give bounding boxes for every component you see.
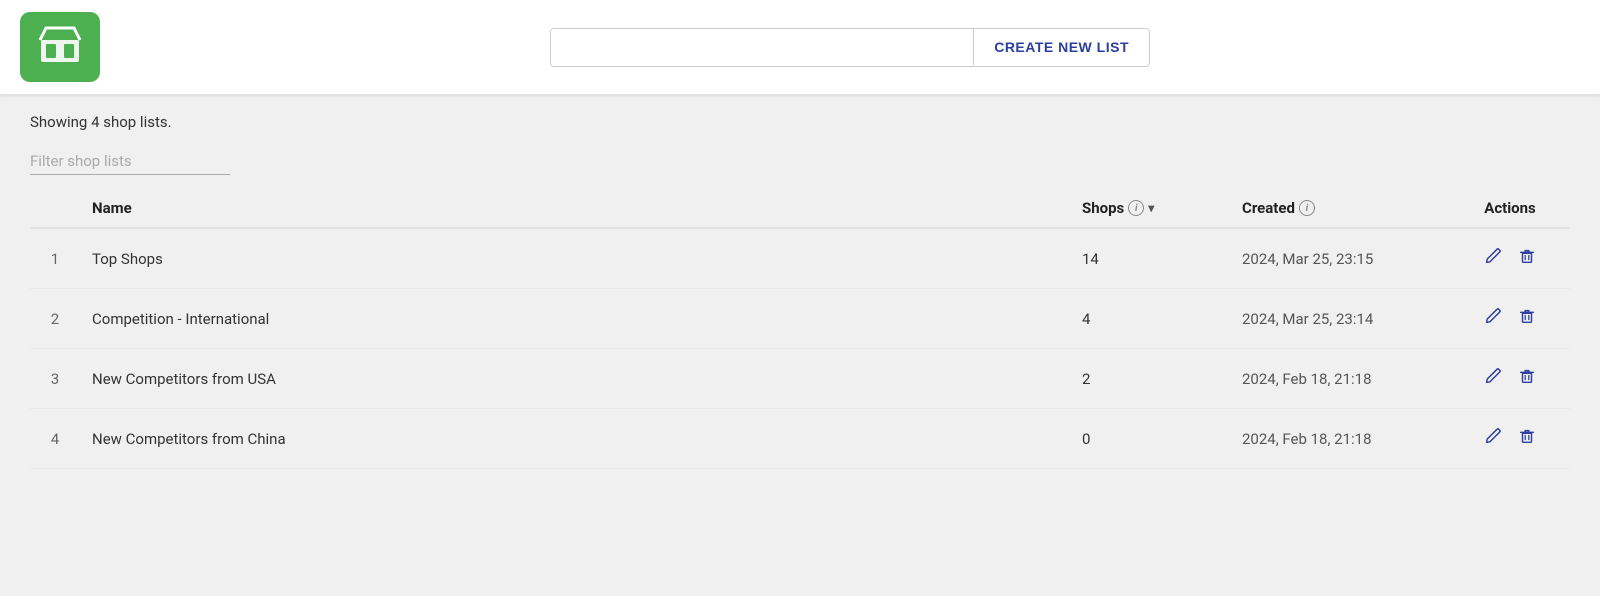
table-row: 1 Top Shops 14 2024, Mar 25, 23:15 xyxy=(30,228,1570,289)
row-actions xyxy=(1450,228,1570,289)
shop-lists-table: Name Shops i ▾ Created i xyxy=(30,189,1570,469)
delete-button[interactable] xyxy=(1512,423,1542,454)
edit-button[interactable] xyxy=(1478,363,1508,394)
row-created: 2024, Mar 25, 23:15 xyxy=(1230,228,1450,289)
table-row: 4 New Competitors from China 0 2024, Feb… xyxy=(30,409,1570,469)
delete-button[interactable] xyxy=(1512,363,1542,394)
header-search-area: CREATE NEW LIST xyxy=(120,28,1580,67)
created-info-icon[interactable]: i xyxy=(1299,200,1315,216)
search-bar: CREATE NEW LIST xyxy=(550,28,1150,67)
row-num: 2 xyxy=(30,289,80,349)
row-num: 3 xyxy=(30,349,80,409)
col-created: Created i xyxy=(1230,189,1450,228)
edit-button[interactable] xyxy=(1478,423,1508,454)
row-name: Competition - International xyxy=(80,289,1070,349)
row-shops: 4 xyxy=(1070,289,1230,349)
row-actions xyxy=(1450,349,1570,409)
row-shops: 0 xyxy=(1070,409,1230,469)
row-num: 4 xyxy=(30,409,80,469)
row-actions xyxy=(1450,409,1570,469)
table-header: Name Shops i ▾ Created i xyxy=(30,189,1570,228)
row-created: 2024, Feb 18, 21:18 xyxy=(1230,409,1450,469)
page-wrapper: CREATE NEW LIST Showing 4 shop lists. Fi… xyxy=(0,0,1600,596)
filter-label: Filter shop lists xyxy=(30,152,230,175)
col-name: Name xyxy=(80,189,1070,228)
delete-button[interactable] xyxy=(1512,243,1542,274)
row-actions xyxy=(1450,289,1570,349)
row-shops: 14 xyxy=(1070,228,1230,289)
row-name: Top Shops xyxy=(80,228,1070,289)
row-name: New Competitors from USA xyxy=(80,349,1070,409)
table-row: 3 New Competitors from USA 2 2024, Feb 1… xyxy=(30,349,1570,409)
shops-info-icon[interactable]: i xyxy=(1128,200,1144,216)
main-content: Showing 4 shop lists. Filter shop lists … xyxy=(0,95,1600,489)
shops-sort-icon[interactable]: ▾ xyxy=(1148,201,1154,215)
col-num xyxy=(30,189,80,228)
showing-count-text: Showing 4 shop lists. xyxy=(30,113,1570,131)
col-shops: Shops i ▾ xyxy=(1070,189,1230,228)
col-actions: Actions xyxy=(1450,189,1570,228)
row-shops: 2 xyxy=(1070,349,1230,409)
row-created: 2024, Mar 25, 23:14 xyxy=(1230,289,1450,349)
shops-col-label: Shops xyxy=(1082,199,1124,217)
row-name: New Competitors from China xyxy=(80,409,1070,469)
logo-box xyxy=(20,12,100,82)
store-icon xyxy=(38,26,82,69)
edit-button[interactable] xyxy=(1478,303,1508,334)
row-created: 2024, Feb 18, 21:18 xyxy=(1230,349,1450,409)
table-row: 2 Competition - International 4 2024, Ma… xyxy=(30,289,1570,349)
create-new-list-button[interactable]: CREATE NEW LIST xyxy=(973,29,1149,65)
created-col-label: Created xyxy=(1242,199,1295,217)
edit-button[interactable] xyxy=(1478,243,1508,274)
search-input[interactable] xyxy=(551,29,973,66)
row-num: 1 xyxy=(30,228,80,289)
delete-button[interactable] xyxy=(1512,303,1542,334)
header: CREATE NEW LIST xyxy=(0,0,1600,95)
table-body: 1 Top Shops 14 2024, Mar 25, 23:15 xyxy=(30,228,1570,469)
